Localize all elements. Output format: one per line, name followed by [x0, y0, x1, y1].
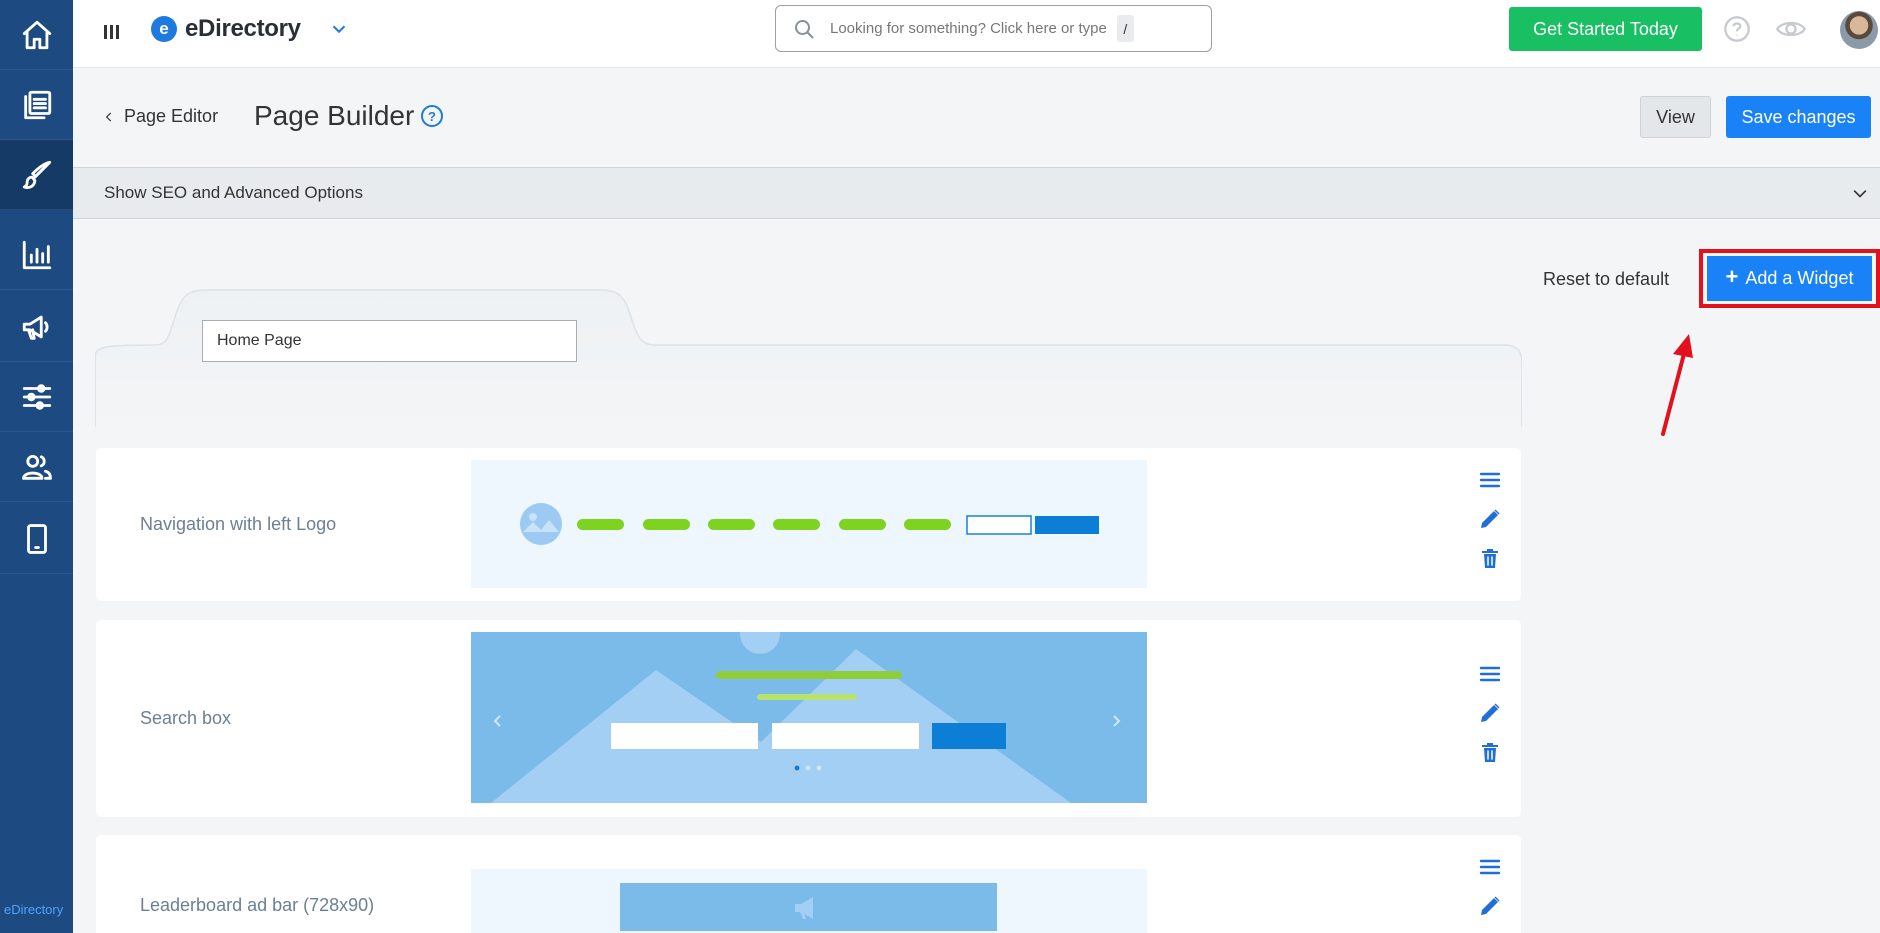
page-help-icon[interactable]: ?	[421, 105, 443, 127]
edit-pencil-icon[interactable]	[1478, 894, 1502, 918]
widget-actions	[1478, 855, 1504, 933]
avatar[interactable]	[1840, 11, 1878, 49]
seo-options-label: Show SEO and Advanced Options	[104, 183, 363, 202]
sidebar: eDirectory	[0, 0, 73, 933]
delete-trash-icon[interactable]	[1478, 740, 1502, 764]
mobile-icon	[26, 523, 47, 554]
reorder-icon[interactable]	[1478, 855, 1502, 879]
chevron-down-icon	[1853, 190, 1867, 198]
preview-eye-icon[interactable]	[1775, 15, 1807, 43]
search-shortcut-key: /	[1116, 15, 1134, 42]
edit-pencil-icon[interactable]	[1478, 507, 1502, 531]
site-switcher-dropdown[interactable]	[328, 18, 350, 40]
page-name-field[interactable]	[202, 320, 577, 362]
add-widget-label: Add a Widget	[1745, 268, 1854, 288]
sidebar-item-content[interactable]	[0, 70, 73, 140]
reorder-icon[interactable]	[1478, 662, 1502, 686]
widget-actions	[1478, 468, 1504, 585]
reorder-icon[interactable]	[1478, 468, 1502, 492]
view-button[interactable]: View	[1640, 96, 1711, 138]
help-icon[interactable]	[1723, 15, 1751, 43]
sidebar-item-settings[interactable]	[0, 362, 73, 432]
topbar: e eDirectory Looking for something? Clic…	[73, 0, 1880, 68]
bar-chart-icon	[22, 240, 51, 269]
brand-logo-icon: e	[151, 16, 177, 42]
sidebar-item-reports[interactable]	[0, 220, 73, 290]
menu-bar-icon	[110, 25, 113, 39]
plus-icon: +	[1725, 264, 1739, 289]
get-started-button[interactable]: Get Started Today	[1509, 7, 1702, 51]
widget-label: Navigation with left Logo	[140, 514, 337, 534]
sidebar-item-users[interactable]	[0, 432, 73, 502]
back-link-label: Page Editor	[124, 106, 219, 126]
widget-card: Navigation with left Logo	[96, 448, 1521, 601]
brand-name: eDirectory	[185, 15, 301, 42]
save-changes-button[interactable]: Save changes	[1726, 96, 1871, 138]
navigation-preview	[471, 460, 1147, 588]
home-icon	[22, 20, 51, 49]
widget-card: Search box	[96, 620, 1521, 817]
menu-bar-icon	[104, 25, 107, 39]
menu-bar-icon	[116, 25, 119, 39]
delete-trash-icon[interactable]	[1478, 546, 1502, 570]
reset-to-default-link[interactable]: Reset to default	[1543, 269, 1669, 290]
paintbrush-icon	[22, 160, 51, 189]
sidebar-item-promote[interactable]	[0, 292, 73, 362]
widget-card: Leaderboard ad bar (728x90)	[96, 835, 1521, 933]
sidebar-brand: eDirectory	[4, 902, 64, 917]
users-icon	[21, 454, 52, 480]
widget-actions	[1478, 662, 1504, 779]
sidebar-item-home[interactable]	[0, 0, 73, 70]
widget-label: Leaderboard ad bar (728x90)	[140, 895, 375, 915]
edit-pencil-icon[interactable]	[1478, 701, 1502, 725]
seo-advanced-options-toggle[interactable]: Show SEO and Advanced Options	[73, 167, 1880, 219]
search-icon	[795, 19, 814, 39]
sidebar-item-mobile[interactable]	[0, 504, 73, 574]
annotation-arrow	[1661, 334, 1693, 436]
search-placeholder: Looking for something? Click here or typ…	[830, 20, 1107, 37]
sliders-icon	[22, 383, 51, 410]
documents-icon	[23, 90, 51, 119]
back-to-page-editor-link[interactable]: Page Editor	[102, 106, 218, 127]
megaphone-icon	[22, 315, 49, 340]
menu-toggle-button[interactable]	[104, 22, 120, 42]
chevron-left-icon	[105, 112, 112, 121]
brand[interactable]: e eDirectory	[151, 15, 301, 43]
page-title: Page Builder	[254, 100, 415, 131]
search-box-preview	[471, 632, 1147, 803]
search-input[interactable]: Looking for something? Click here or typ…	[775, 5, 1212, 52]
add-widget-button[interactable]: + Add a Widget	[1707, 256, 1872, 301]
sidebar-item-design[interactable]	[0, 140, 73, 210]
widget-label: Search box	[140, 708, 232, 728]
leaderboard-ad-preview	[471, 869, 1147, 933]
chevron-down-icon	[332, 25, 346, 34]
